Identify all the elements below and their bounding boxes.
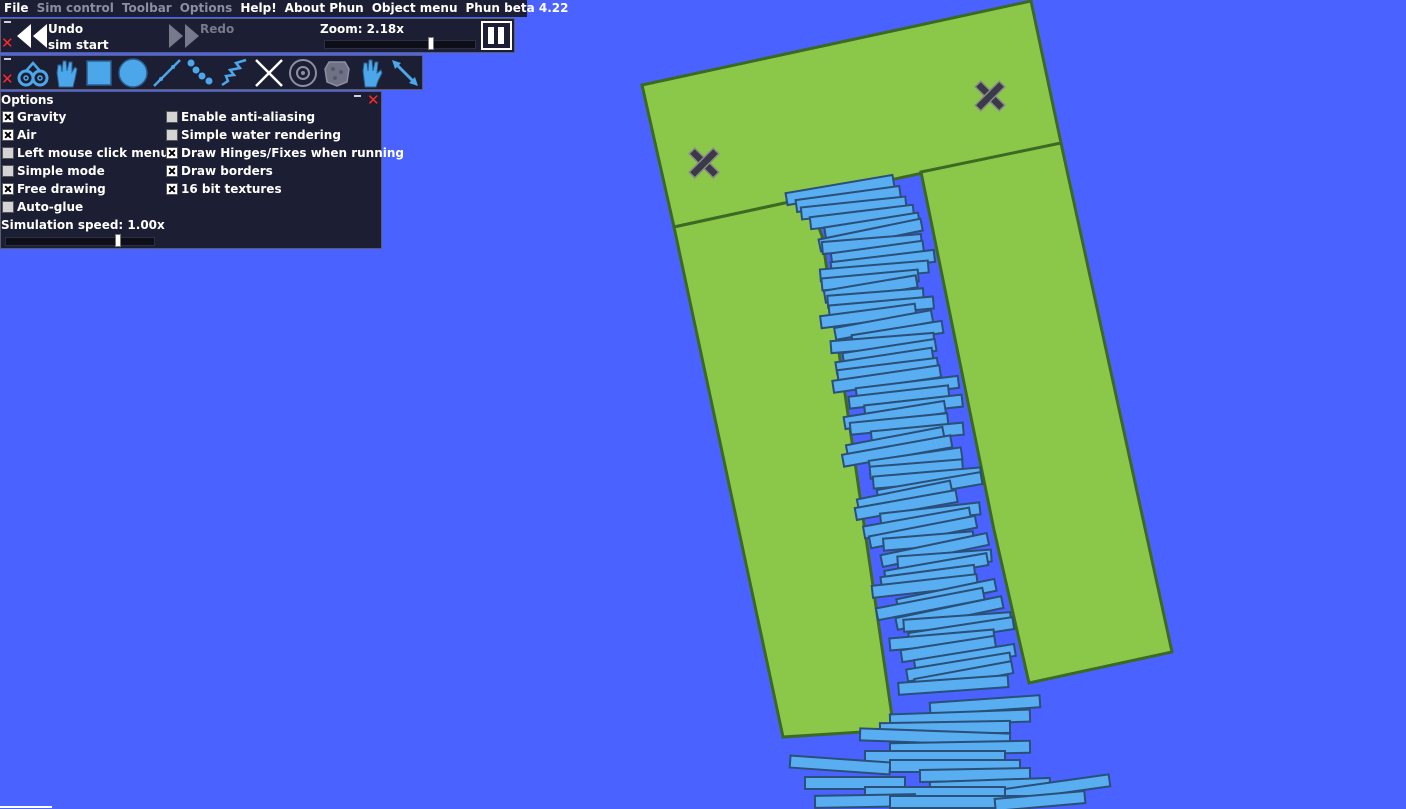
main-menu-bar: File Sim control Toolbar Options Help! A… (0, 0, 568, 17)
options-title: Options (1, 93, 54, 107)
option-label: Free drawing (17, 182, 106, 196)
zigzag-spring-icon[interactable] (218, 57, 250, 89)
option-16-bit-textures[interactable]: 16 bit textures (166, 181, 282, 197)
option-draw-hinges[interactable]: Draw Hinges/Fixes when running (166, 145, 404, 161)
glove-icon[interactable] (355, 57, 387, 89)
menu-object-menu[interactable]: Object menu (368, 0, 462, 17)
option-label: 16 bit textures (181, 182, 282, 196)
chain-beads-icon[interactable] (185, 57, 217, 89)
option-label: Air (17, 128, 37, 142)
drag-hand-icon[interactable] (50, 57, 82, 89)
pause-button[interactable] (481, 21, 512, 50)
menu-sim-control[interactable]: Sim control (33, 0, 118, 17)
close-icon[interactable]: ✕ (367, 93, 380, 108)
menu-file[interactable]: File (0, 0, 33, 17)
menu-version[interactable]: Phun beta 4.22 (462, 0, 573, 17)
option-label: Left mouse click menus (17, 146, 177, 160)
checkbox-simple-mode[interactable] (2, 165, 14, 177)
redo-icon[interactable] (167, 22, 201, 50)
box-icon[interactable] (83, 57, 115, 89)
zoom-slider-thumb[interactable] (428, 37, 434, 50)
spring-line-icon[interactable] (151, 57, 183, 89)
close-icon[interactable]: ✕ (1, 72, 14, 87)
simulation-speed-readout: Simulation speed: 1.00x (1, 218, 165, 232)
fixate-icon[interactable] (253, 57, 285, 89)
checkbox-air[interactable] (2, 129, 14, 141)
simulation-speed-slider[interactable] (5, 234, 155, 247)
undo-sublabel[interactable]: sim start (48, 38, 109, 52)
checkbox-draw-hinges[interactable] (166, 147, 178, 159)
undo-label[interactable]: Undo (48, 22, 83, 36)
option-free-drawing[interactable]: Free drawing (2, 181, 106, 197)
close-icon[interactable]: ✕ (1, 36, 14, 51)
menu-options[interactable]: Options (176, 0, 237, 17)
option-label: Draw borders (181, 164, 273, 178)
option-simple-mode[interactable]: Simple mode (2, 163, 105, 179)
option-label: Draw Hinges/Fixes when running (181, 146, 404, 160)
option-gravity[interactable]: Gravity (2, 109, 66, 125)
checkbox-auto-glue[interactable] (2, 201, 14, 213)
option-label: Simple water rendering (181, 128, 341, 142)
checkbox-simple-water[interactable] (166, 129, 178, 141)
sponge-icon[interactable] (321, 57, 353, 89)
toolbar-panel: ✕ (0, 55, 423, 90)
option-draw-borders[interactable]: Draw borders (166, 163, 273, 179)
option-label: Auto-glue (17, 200, 84, 214)
minimize-handle[interactable] (354, 95, 361, 97)
laser-arrow-icon[interactable] (389, 57, 421, 89)
sim-control-panel: ✕ Undo sim start Redo Zoom: 2.18x (0, 18, 515, 53)
option-label: Simple mode (17, 164, 105, 178)
menu-toolbar[interactable]: Toolbar (118, 0, 176, 17)
checkbox-16-bit-textures[interactable] (166, 183, 178, 195)
option-anti-aliasing[interactable]: Enable anti-aliasing (166, 109, 315, 125)
option-label: Gravity (17, 110, 67, 124)
redo-label[interactable]: Redo (200, 22, 234, 36)
menu-help[interactable]: Help! (236, 0, 280, 17)
minimize-handle[interactable] (4, 21, 11, 23)
checkbox-draw-borders[interactable] (166, 165, 178, 177)
minimize-handle[interactable] (4, 58, 11, 60)
zoom-readout: Zoom: 2.18x (320, 22, 405, 36)
option-simple-water[interactable]: Simple water rendering (166, 127, 341, 143)
circle-icon[interactable] (117, 57, 149, 89)
checkbox-anti-aliasing[interactable] (166, 111, 178, 123)
option-label: Enable anti-aliasing (181, 110, 316, 124)
undo-icon[interactable] (15, 22, 49, 50)
options-panel: Options ✕ Gravity Air Left mouse click m… (0, 91, 404, 249)
checkbox-left-mouse-click-menus[interactable] (2, 147, 14, 159)
hinge-icon[interactable] (287, 57, 319, 89)
simulation-speed-slider-thumb[interactable] (115, 234, 121, 247)
zoom-slider[interactable] (324, 37, 476, 50)
option-auto-glue[interactable]: Auto-glue (2, 199, 83, 215)
option-air[interactable]: Air (2, 127, 36, 143)
pause-icon (488, 27, 494, 44)
option-left-mouse-click-menus[interactable]: Left mouse click menus (2, 145, 176, 161)
checkbox-gravity[interactable] (2, 111, 14, 123)
menu-about-phun[interactable]: About Phun (281, 0, 368, 17)
checkbox-free-drawing[interactable] (2, 183, 14, 195)
chain-icon[interactable] (17, 57, 49, 89)
